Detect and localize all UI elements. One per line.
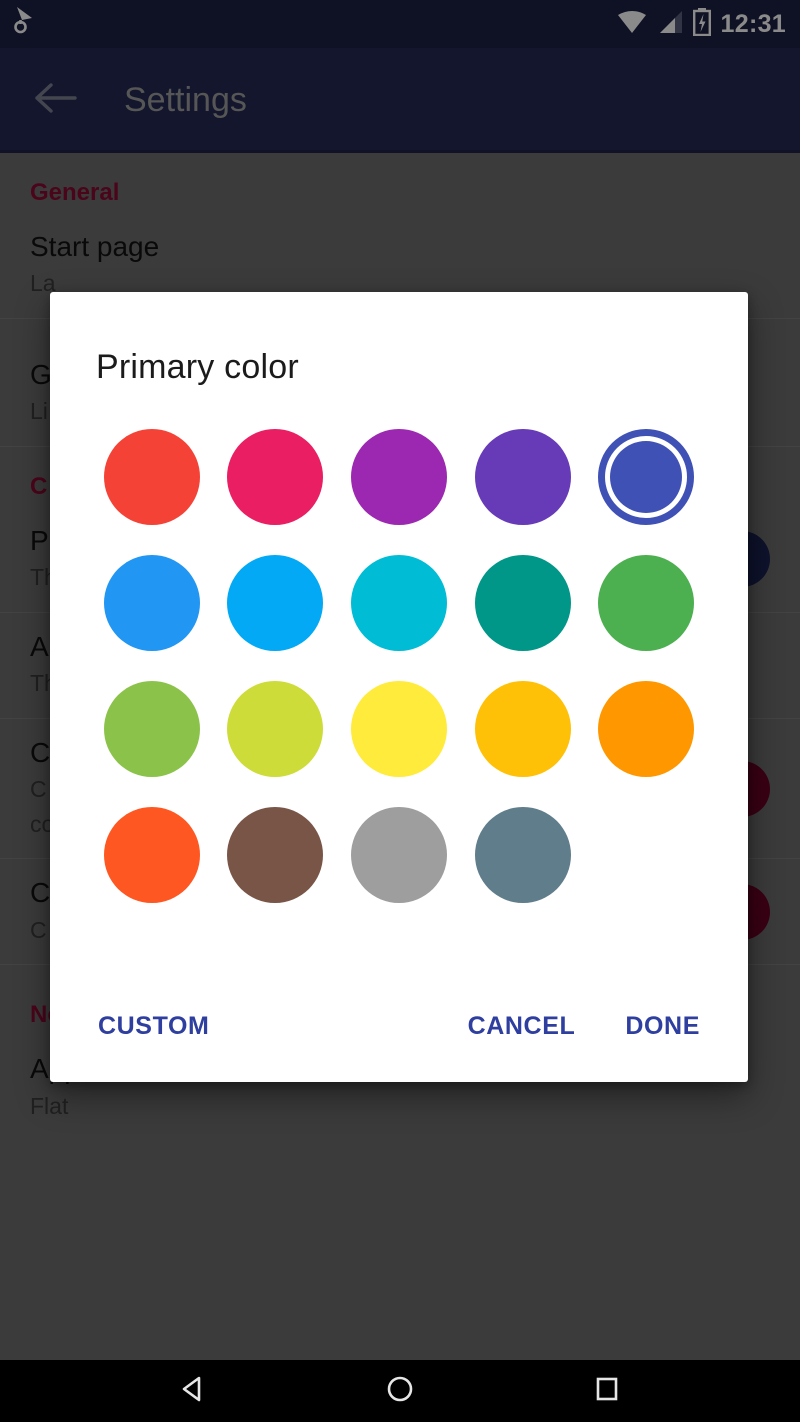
section-header-general: General xyxy=(30,179,120,206)
color-swatch-blue-grey[interactable] xyxy=(474,807,571,903)
nav-home-icon xyxy=(385,1374,415,1409)
color-swatch-cell[interactable] xyxy=(102,807,202,903)
notification-icon xyxy=(14,6,36,42)
status-bar-left-icons xyxy=(14,6,36,42)
color-swatch-lime[interactable] xyxy=(227,681,324,777)
color-swatch-yellow[interactable] xyxy=(350,681,447,777)
navigation-bar xyxy=(0,1360,800,1422)
color-swatch-brown[interactable] xyxy=(227,807,324,903)
color-swatch-cell[interactable] xyxy=(225,807,325,903)
custom-button[interactable]: CUSTOM xyxy=(84,1000,223,1053)
done-button[interactable]: DONE xyxy=(611,1000,714,1053)
nav-back-button[interactable] xyxy=(163,1369,223,1413)
dialog-button-bar: CUSTOM CANCEL DONE xyxy=(50,970,748,1082)
color-swatch-teal[interactable] xyxy=(474,555,571,651)
nav-recents-icon xyxy=(593,1375,621,1408)
color-swatch-cell[interactable] xyxy=(473,429,573,525)
color-swatch-cell[interactable] xyxy=(473,807,573,903)
color-swatch-amber[interactable] xyxy=(474,681,571,777)
back-arrow-icon xyxy=(35,81,77,120)
status-bar: 12:31 xyxy=(0,0,800,48)
dialog-title: Primary color xyxy=(96,348,299,386)
color-swatch-cell[interactable] xyxy=(349,429,449,525)
pref-subtitle: Flat xyxy=(30,1092,69,1119)
pref-title: Start page xyxy=(30,231,160,262)
color-swatch-deep-purple[interactable] xyxy=(474,429,571,525)
color-swatch-cell[interactable] xyxy=(473,555,573,651)
color-swatch-cell[interactable] xyxy=(349,555,449,651)
color-swatch-cell[interactable] xyxy=(102,555,202,651)
battery-charging-icon xyxy=(692,7,711,41)
color-swatch-orange[interactable] xyxy=(598,681,695,777)
primary-color-dialog: Primary color CUSTOM CANCEL DONE xyxy=(50,292,748,1082)
color-swatch-grid xyxy=(50,387,748,903)
color-swatch-cell[interactable] xyxy=(225,681,325,777)
color-swatch-grey[interactable] xyxy=(350,807,447,903)
color-swatch-cell[interactable] xyxy=(596,681,696,777)
app-bar: Settings xyxy=(0,48,800,153)
color-swatch-cell[interactable] xyxy=(225,429,325,525)
color-swatch-light-green[interactable] xyxy=(103,681,200,777)
color-swatch-cell[interactable] xyxy=(102,681,202,777)
color-swatch-cell[interactable] xyxy=(596,555,696,651)
nav-home-button[interactable] xyxy=(370,1369,430,1413)
color-swatch-cell[interactable] xyxy=(349,807,449,903)
wifi-icon xyxy=(617,9,647,40)
color-swatch-cell[interactable] xyxy=(225,555,325,651)
page-title: Settings xyxy=(124,81,247,119)
nav-recents-button[interactable] xyxy=(577,1369,637,1413)
color-swatch-green[interactable] xyxy=(598,555,695,651)
cellular-signal-icon xyxy=(657,9,683,40)
nav-back-icon xyxy=(178,1374,208,1409)
color-swatch-cell[interactable] xyxy=(102,429,202,525)
color-swatch-cell[interactable] xyxy=(596,429,696,525)
color-swatch-purple[interactable] xyxy=(350,429,447,525)
phone-screen: General Start page La G Li C P Th A Th C… xyxy=(0,0,800,1422)
status-bar-right-icons: 12:31 xyxy=(617,7,786,41)
color-swatch-cell[interactable] xyxy=(473,681,573,777)
color-swatch-indigo[interactable] xyxy=(598,429,695,525)
color-swatch-pink[interactable] xyxy=(227,429,324,525)
color-swatch-light-blue[interactable] xyxy=(227,555,324,651)
cancel-button[interactable]: CANCEL xyxy=(454,1000,590,1053)
color-swatch-red[interactable] xyxy=(103,429,200,525)
color-swatch-blue[interactable] xyxy=(103,555,200,651)
back-button[interactable] xyxy=(28,73,84,129)
color-swatch-cyan[interactable] xyxy=(350,555,447,651)
color-swatch-deep-orange[interactable] xyxy=(103,807,200,903)
status-bar-clock: 12:31 xyxy=(720,9,786,38)
color-swatch-cell[interactable] xyxy=(349,681,449,777)
selected-ring-inner xyxy=(610,441,683,513)
